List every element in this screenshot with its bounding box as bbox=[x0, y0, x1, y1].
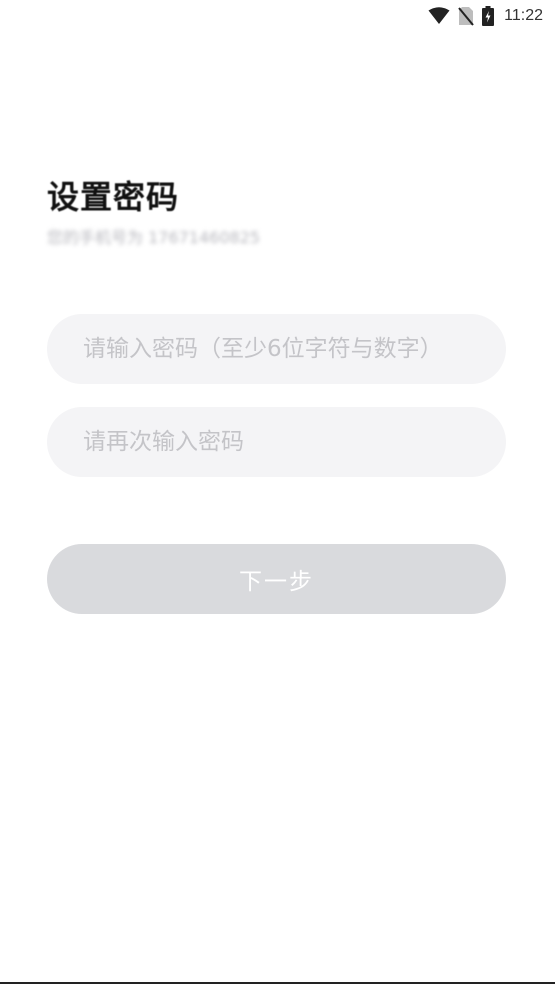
password-field[interactable] bbox=[47, 314, 506, 384]
next-button[interactable]: 下一步 bbox=[47, 544, 506, 614]
phone-number-hint: 您的手机号为 17671460825 bbox=[47, 228, 261, 247]
password-input[interactable] bbox=[81, 335, 506, 363]
confirm-password-input[interactable] bbox=[81, 428, 506, 456]
no-sim-icon bbox=[458, 6, 474, 26]
page-title: 设置密码 bbox=[47, 178, 180, 216]
confirm-password-field[interactable] bbox=[47, 407, 506, 477]
battery-charging-icon bbox=[482, 6, 495, 26]
clock-time: 11:22 bbox=[504, 7, 543, 24]
wifi-icon bbox=[428, 7, 450, 25]
status-bar: 11:22 bbox=[0, 0, 555, 32]
